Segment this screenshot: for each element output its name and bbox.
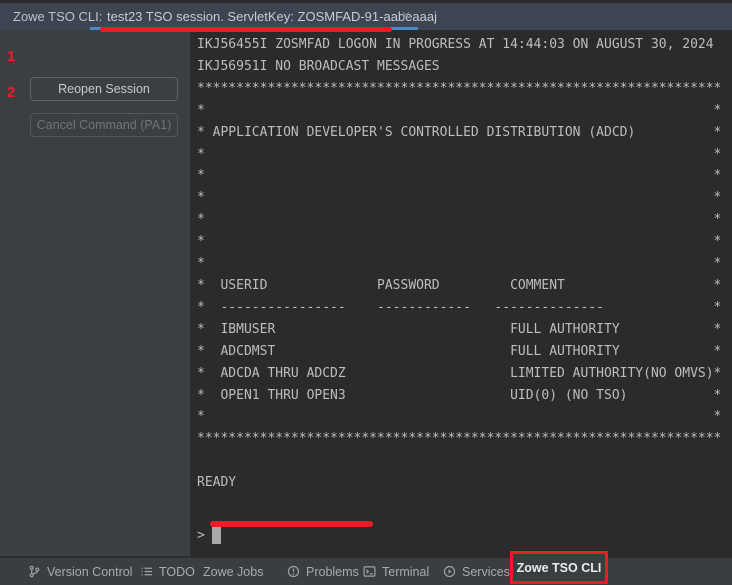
statusbar-item-version-control[interactable]: Version Control (28, 558, 132, 585)
close-icon[interactable]: × (398, 7, 414, 25)
todo-list-icon (140, 565, 153, 578)
session-actions-sidebar: Reopen Session Cancel Command (PA1) (0, 30, 190, 556)
statusbar-item-zowe-jobs[interactable]: Zowe Jobs (203, 558, 263, 585)
bottom-status-bar: Version Control TODO Zowe Jobs Problems (0, 551, 732, 585)
git-branch-icon (28, 565, 41, 578)
annotation-number-2: 2 (7, 84, 16, 101)
statusbar-item-label: Zowe TSO CLI (516, 560, 602, 575)
statusbar-item-problems[interactable]: Problems (287, 558, 359, 585)
terminal-output: IKJ56455I ZOSMFAD LOGON IN PROGRESS AT 1… (197, 37, 722, 491)
zowe-tso-cli-tool-window: Zowe TSO CLI: test23 TSO session. Servle… (0, 0, 732, 585)
reopen-session-button[interactable]: Reopen Session (30, 77, 178, 101)
annotation-prompt-underline (210, 521, 373, 527)
statusbar-item-label: Services (462, 564, 510, 579)
tool-window-title: Zowe TSO CLI: (13, 9, 103, 24)
terminal-cursor (211, 526, 221, 544)
statusbar-item-label: TODO (159, 564, 195, 579)
statusbar-item-label: Problems (306, 564, 359, 579)
statusbar-item-label: Terminal (382, 564, 430, 579)
statusbar-item-services[interactable]: Services (443, 558, 510, 585)
statusbar-item-label: Zowe Jobs (203, 564, 264, 579)
annotation-tab-underline (100, 27, 392, 32)
terminal-icon (363, 565, 376, 578)
terminal-prompt-row[interactable]: > (197, 524, 221, 546)
statusbar-item-label: Version Control (47, 564, 133, 579)
statusbar-item-todo[interactable]: TODO (140, 558, 195, 585)
cancel-command-button[interactable]: Cancel Command (PA1) (30, 113, 178, 137)
statusbar-item-zowe-tso-cli[interactable]: Zowe TSO CLI (510, 551, 608, 584)
tso-terminal-panel[interactable]: IKJ56455I ZOSMFAD LOGON IN PROGRESS AT 1… (190, 30, 732, 556)
prompt-symbol: > (197, 527, 205, 543)
annotation-number-1: 1 (7, 48, 16, 65)
statusbar-item-terminal[interactable]: Terminal (363, 558, 429, 585)
tab-tso-session[interactable]: test23 TSO session. ServletKey: ZOSMFAD-… (90, 3, 437, 30)
tool-window-header: Zowe TSO CLI: test23 TSO session. Servle… (0, 3, 732, 30)
problems-icon (287, 565, 300, 578)
services-play-icon (443, 565, 456, 578)
tab-title: test23 TSO session. ServletKey: ZOSMFAD-… (107, 9, 437, 24)
